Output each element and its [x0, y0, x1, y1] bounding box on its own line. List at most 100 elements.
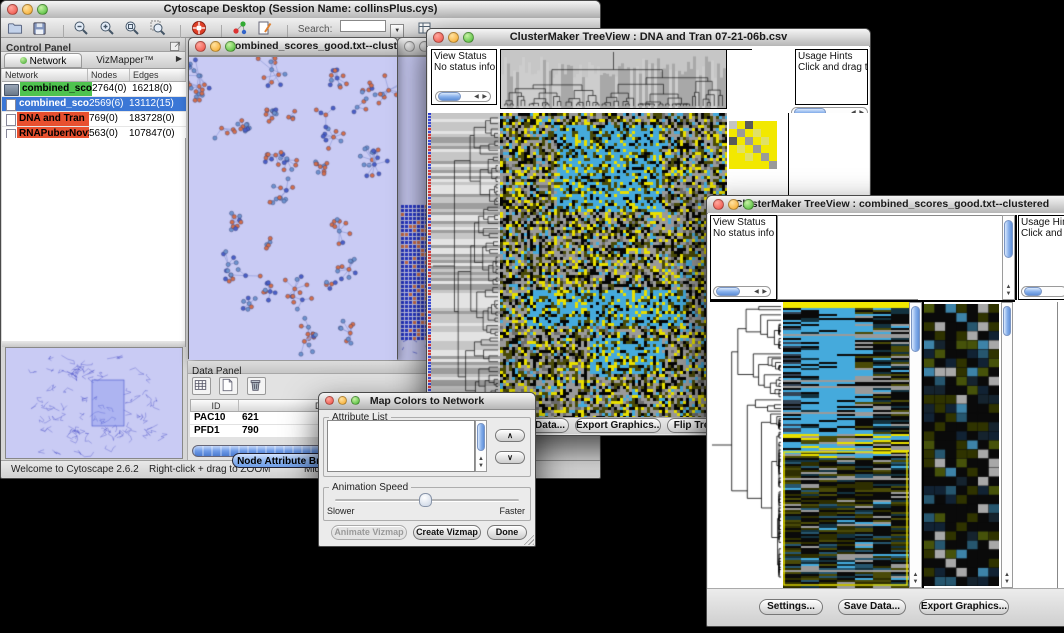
scrollbar-thumb[interactable] [477, 423, 485, 451]
tv2-gene-dendrogram-canvas[interactable] [710, 302, 783, 588]
matrix-cell[interactable] [729, 161, 737, 169]
close-button[interactable] [7, 4, 18, 15]
network-list-empty-area[interactable] [2, 138, 186, 341]
matrix-cell[interactable] [737, 121, 745, 129]
tab-vizmapper[interactable]: VizMapper™ [85, 53, 165, 68]
new-attribute-icon[interactable] [219, 377, 238, 395]
slider-thumb[interactable] [419, 493, 432, 507]
tv1-column-dendrogram-canvas[interactable] [500, 49, 727, 109]
window-controls[interactable] [195, 41, 236, 52]
matrix-cell[interactable] [729, 129, 737, 137]
matrix-cell[interactable] [761, 145, 769, 153]
scrollbar-arrows[interactable]: ▲▼ [910, 572, 921, 586]
close-button[interactable] [195, 41, 206, 52]
matrix-cell[interactable] [753, 145, 761, 153]
matrix-cell[interactable] [737, 145, 745, 153]
network-list-row[interactable]: combined_sco 2569(6) 13112(15) [2, 97, 186, 112]
search-input[interactable] [340, 20, 386, 32]
delete-attribute-icon[interactable] [247, 377, 266, 395]
attribute-list-vscrollbar[interactable]: ▲▼ [475, 420, 487, 472]
matrix-cell[interactable] [737, 161, 745, 169]
minimize-button[interactable] [448, 32, 459, 43]
matrix-cell[interactable] [729, 153, 737, 161]
main-titlebar[interactable]: Cytoscape Desktop (Session Name: collins… [1, 1, 600, 19]
minimize-button[interactable] [338, 396, 347, 405]
tv2-column-labels[interactable] [918, 215, 1002, 300]
tv1-gene-dendrogram-canvas[interactable] [431, 113, 500, 419]
tv2-status-hscrollbar[interactable]: ◀ ▶ [713, 286, 771, 297]
minimize-button[interactable] [728, 199, 739, 210]
annotation-icon[interactable] [257, 20, 274, 36]
scrollbar-thumb[interactable] [1004, 220, 1013, 258]
tv2-heatmap-vscrollbar[interactable]: ▲▼ [909, 302, 922, 588]
matrix-cell[interactable] [745, 137, 753, 145]
zoom-button[interactable] [351, 396, 360, 405]
tv2-zoom-vscrollbar[interactable]: ▲▼ [1001, 302, 1013, 588]
matrix-cell[interactable] [753, 137, 761, 145]
window-controls[interactable] [433, 32, 474, 43]
attribute-select-icon[interactable] [192, 377, 211, 395]
close-button[interactable] [325, 396, 334, 405]
matrix-cell[interactable] [761, 137, 769, 145]
close-button[interactable] [404, 41, 415, 52]
help-lifesaver-icon[interactable] [191, 20, 208, 36]
matrix-cell[interactable] [761, 129, 769, 137]
scrollbar-arrows[interactable]: ◀ ▶ [474, 93, 490, 100]
zoom-button[interactable] [743, 199, 754, 210]
done-button[interactable]: Done [487, 525, 527, 540]
save-icon[interactable] [32, 21, 49, 37]
zoom-fit-icon[interactable] [124, 20, 141, 36]
tv1-export-graphics-button[interactable]: Export Graphics... [575, 418, 661, 433]
scrollbar-arrows[interactable]: ◀ ▶ [754, 288, 770, 295]
network-table-header[interactable]: NetworkNodesEdges [2, 69, 186, 82]
window-controls[interactable] [325, 396, 360, 405]
matrix-cell[interactable] [769, 137, 777, 145]
zoom-button[interactable] [37, 4, 48, 15]
matrix-cell[interactable] [761, 161, 769, 169]
treeview1-titlebar[interactable]: ClusterMaker TreeView : DNA and Tran 07-… [427, 29, 870, 47]
search-dropdown-button[interactable]: ▼ [390, 24, 404, 38]
scrollbar-thumb[interactable] [1024, 287, 1042, 296]
zoom-out-icon[interactable] [73, 20, 90, 36]
tv2-heatmap-canvas[interactable] [783, 302, 909, 588]
matrix-cell[interactable] [737, 129, 745, 137]
tv2-zoom-heatmap-canvas[interactable] [924, 304, 999, 586]
network-overview-canvas[interactable] [6, 348, 182, 458]
move-down-button[interactable]: ∨ [495, 451, 525, 464]
matrix-cell[interactable] [729, 121, 737, 129]
matrix-cell[interactable] [769, 129, 777, 137]
network-overview-panel[interactable] [5, 347, 183, 459]
scrollbar-thumb[interactable] [1003, 306, 1011, 336]
network-list-row[interactable]: combined_scores 2764(0) 16218(0) [2, 82, 186, 97]
scrollbar-thumb[interactable] [438, 92, 461, 101]
minimize-button[interactable] [210, 41, 221, 52]
matrix-cell[interactable] [745, 145, 753, 153]
scrollbar-thumb[interactable] [911, 306, 920, 352]
matrix-cell[interactable] [753, 161, 761, 169]
tv2-settings-button[interactable]: Settings... [759, 599, 823, 615]
matrix-cell[interactable] [769, 161, 777, 169]
matrix-cell[interactable] [745, 153, 753, 161]
create-vizmap-button[interactable]: Create Vizmap [413, 525, 481, 540]
matrix-cell[interactable] [745, 121, 753, 129]
tv2-export-graphics-button[interactable]: Export Graphics... [919, 599, 1009, 615]
tv2-save-data-button[interactable]: Save Data... [838, 599, 906, 615]
window-controls[interactable] [713, 199, 754, 210]
matrix-cell[interactable] [729, 145, 737, 153]
treeview2-titlebar[interactable]: ClusterMaker TreeView : combined_scores_… [707, 196, 1064, 214]
matrix-cell[interactable] [753, 121, 761, 129]
vizmapper-icon[interactable] [232, 20, 249, 36]
scrollbar-arrows[interactable]: ▲▼ [1002, 572, 1012, 586]
zoom-selected-icon[interactable] [150, 20, 167, 36]
tv2-labels-vscrollbar[interactable]: ▲▼ [1002, 215, 1015, 300]
network-list-row[interactable]: DNA and Tran 07 769(0) 183728(0) [2, 112, 186, 127]
move-up-button[interactable]: ∧ [495, 429, 525, 442]
network-canvas-1[interactable] [189, 56, 397, 360]
matrix-cell[interactable] [745, 161, 753, 169]
matrix-cell[interactable] [761, 121, 769, 129]
tabs-overflow-button[interactable]: ▶ [176, 54, 182, 63]
window-controls[interactable] [7, 4, 48, 15]
matrix-cell[interactable] [769, 145, 777, 153]
tv1-heatmap-canvas[interactable] [500, 113, 727, 419]
scrollbar-arrows[interactable]: ▲▼ [1003, 284, 1014, 298]
